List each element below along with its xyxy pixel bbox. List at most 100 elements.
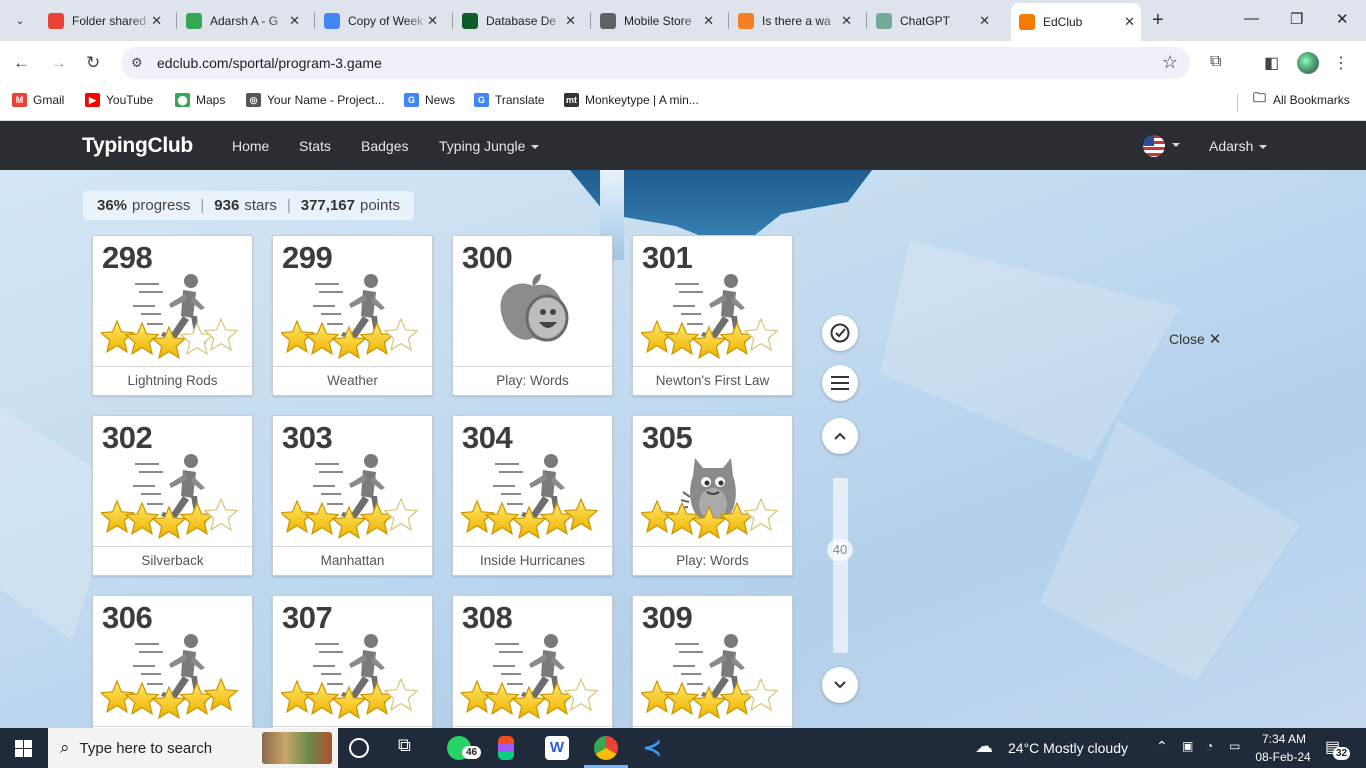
points-value: 377,167 — [300, 197, 355, 214]
close-tab-icon[interactable]: ✕ — [703, 13, 714, 29]
tab-title: Mobile Store — [624, 13, 692, 28]
bookmark-favicon-icon: G — [404, 93, 419, 107]
lesson-card[interactable]: 301 Newton's First Law — [632, 235, 793, 396]
side-panel-icon[interactable]: ◧ — [1264, 53, 1279, 73]
lesson-card[interactable]: 302 Silverback — [92, 415, 253, 576]
task-view-icon[interactable]: ⧉ — [398, 735, 422, 759]
lesson-card[interactable]: 303 Manhattan — [272, 415, 433, 576]
weather-text[interactable]: 24°C Mostly cloudy — [1008, 740, 1128, 756]
menu-button[interactable] — [822, 365, 858, 401]
tab-separator — [176, 12, 177, 29]
close-window-icon[interactable]: ✕ — [1336, 10, 1349, 28]
vscode-icon[interactable]: ≺ — [643, 736, 667, 760]
forward-icon[interactable]: → — [50, 53, 67, 73]
close-tab-icon[interactable]: ✕ — [427, 13, 438, 29]
url-text[interactable]: edclub.com/sportal/program-3.game — [157, 55, 382, 71]
windows-start-icon[interactable] — [15, 740, 32, 757]
taskbar-search[interactable]: ⌕ Type here to search — [48, 728, 338, 768]
lesson-card[interactable]: 307 — [272, 595, 433, 728]
scroll-position-indicator[interactable]: 40 — [827, 539, 853, 561]
taskbar-time[interactable]: 7:34 AM — [1258, 732, 1310, 746]
browser-tab[interactable]: Mobile Store ✕ — [592, 5, 720, 36]
lesson-card[interactable]: 308 — [452, 595, 613, 728]
star-empty-icon — [743, 498, 779, 532]
close-tab-icon[interactable]: ✕ — [979, 13, 990, 29]
lesson-card[interactable]: 306 — [92, 595, 253, 728]
tab-title: Folder shared — [72, 13, 147, 28]
new-tab-button[interactable]: + — [1152, 10, 1164, 30]
chrome-menu-icon[interactable]: ⋮ — [1333, 53, 1349, 73]
chevron-down-icon[interactable] — [1172, 143, 1180, 147]
restore-icon[interactable]: ❐ — [1290, 10, 1303, 28]
lesson-card[interactable]: 299 Weather — [272, 235, 433, 396]
bookmark-item[interactable]: ◎ Your Name - Project... — [246, 93, 385, 107]
user-menu[interactable]: Adarsh — [1209, 138, 1268, 154]
bookmark-label: YouTube — [106, 93, 154, 107]
site-info-icon[interactable]: ⚙ — [131, 55, 143, 71]
lesson-card[interactable]: 298 Lightning Rods — [92, 235, 253, 396]
device-icon[interactable]: ▣ — [1182, 739, 1193, 753]
bookmark-item[interactable]: G News — [404, 93, 455, 107]
lesson-scrollbar[interactable] — [833, 478, 848, 653]
close-tab-icon[interactable]: ✕ — [289, 13, 300, 29]
nav-stats[interactable]: Stats — [299, 138, 331, 154]
battery-icon[interactable]: ▭ — [1229, 739, 1240, 753]
nav-home[interactable]: Home — [232, 138, 269, 154]
close-tab-icon[interactable]: ✕ — [151, 13, 162, 29]
lesson-card[interactable]: 305 Play: Words — [632, 415, 793, 576]
browser-tab[interactable]: Database De ✕ — [454, 5, 582, 36]
reload-icon[interactable]: ↻ — [86, 53, 100, 73]
extensions-icon[interactable]: ⧉ — [1210, 53, 1221, 71]
star-rating — [281, 318, 419, 360]
bookmark-favicon-icon: ▶ — [85, 93, 100, 107]
close-icon: ✕ — [1208, 331, 1222, 348]
figma-icon[interactable] — [498, 736, 514, 760]
close-tab-icon[interactable]: ✕ — [841, 13, 852, 29]
cortana-icon[interactable] — [349, 738, 369, 758]
bookmark-item[interactable]: ⬤ Maps — [175, 93, 225, 107]
bookmark-item[interactable]: mt Monkeytype | A min... — [564, 93, 699, 107]
bookmark-item[interactable]: M Gmail — [12, 93, 64, 107]
lesson-card[interactable]: 309 — [632, 595, 793, 728]
bookmark-item[interactable]: ▶ YouTube — [85, 93, 153, 107]
chrome-taskbar-icon[interactable] — [594, 736, 618, 760]
back-icon[interactable]: ← — [13, 53, 30, 73]
star-empty-icon — [383, 498, 419, 532]
browser-tab[interactable]: EdClub ✕ — [1011, 3, 1141, 41]
brand-logo[interactable]: TypingClub — [82, 134, 193, 158]
close-tab-icon[interactable]: ✕ — [565, 13, 576, 29]
bookmark-star-icon[interactable]: ☆ — [1162, 52, 1178, 73]
check-circle-button[interactable] — [822, 315, 858, 351]
writer-app-icon[interactable]: W — [545, 736, 569, 760]
close-tab-icon[interactable]: ✕ — [1124, 14, 1135, 30]
scroll-down-button[interactable] — [822, 667, 858, 703]
browser-tab[interactable]: ChatGPT ✕ — [868, 5, 996, 36]
taskbar-date[interactable]: 08-Feb-24 — [1255, 750, 1311, 764]
wifi-icon[interactable]: ◔ — [1206, 739, 1213, 753]
star-filled-icon — [331, 685, 367, 720]
nav-badges[interactable]: Badges — [361, 138, 408, 154]
browser-tab[interactable]: Is there a wa ✕ — [730, 5, 858, 36]
browser-tab[interactable]: Adarsh A - G ✕ — [178, 5, 306, 36]
lesson-card[interactable]: 300 Play: Words — [452, 235, 613, 396]
scroll-up-button[interactable] — [822, 418, 858, 454]
omnibox[interactable]: ⚙ edclub.com/sportal/program-3.game ☆ — [121, 47, 1190, 79]
all-bookmarks[interactable]: 🗀 All Bookmarks — [1252, 90, 1350, 107]
lesson-title: Lightning Rods — [93, 366, 252, 395]
weather-icon[interactable]: ☁ — [975, 736, 993, 757]
chevron-up-icon[interactable]: ⌃ — [1156, 738, 1168, 755]
profile-avatar[interactable] — [1297, 52, 1319, 74]
minimize-icon[interactable]: — — [1244, 10, 1259, 27]
close-button[interactable]: Close ✕ — [1169, 330, 1221, 348]
star-filled-icon — [539, 681, 575, 716]
star-filled-icon — [179, 681, 215, 716]
lesson-card[interactable]: 304 Inside Hurricanes — [452, 415, 613, 576]
browser-tab[interactable]: Copy of Week ✕ — [316, 5, 444, 36]
star-filled-icon — [151, 685, 187, 720]
us-flag-icon[interactable] — [1143, 135, 1165, 157]
star-rating — [641, 318, 779, 360]
tab-search-button[interactable]: ⌄ — [8, 8, 32, 32]
nav-typing-jungle[interactable]: Typing Jungle — [439, 138, 540, 154]
browser-tab[interactable]: Folder shared ✕ — [40, 5, 168, 36]
bookmark-item[interactable]: G Translate — [474, 93, 545, 107]
